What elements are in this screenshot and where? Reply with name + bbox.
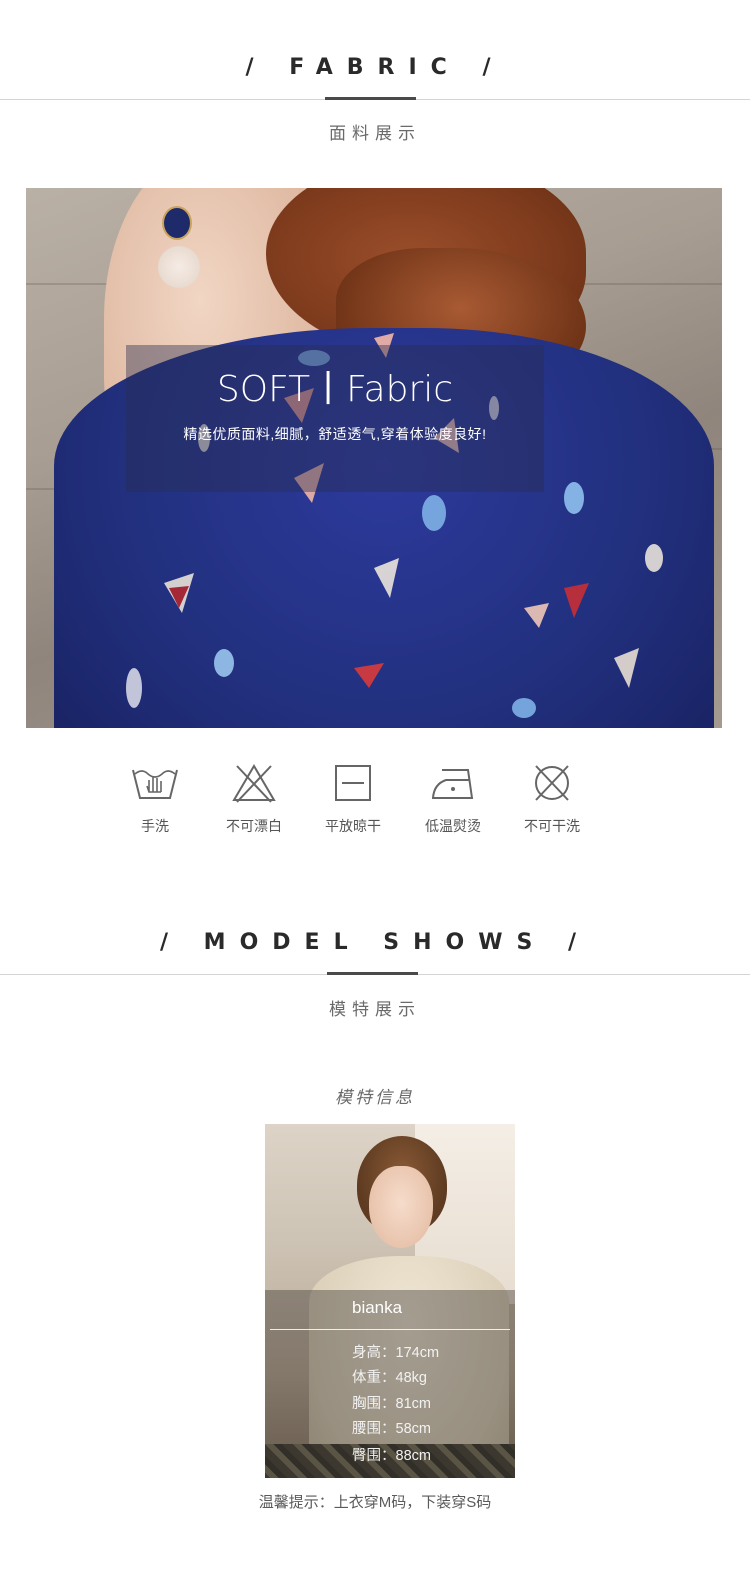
care-item-no-dry-clean: 不可干洗 [517,762,587,836]
model-section-subtitle: 模特展示 [329,1000,421,1020]
care-item-hand-wash: 手洗 [120,762,190,836]
fabric-section-subtitle: 面料展示 [329,124,421,144]
model-name: bianka [352,1298,403,1317]
care-label: 不可漂白 [226,818,282,834]
fabric-section-title: / FABRIC / [245,55,505,80]
size-tip: 温馨提示：上衣穿M码，下装穿S码 [258,1494,492,1511]
model-stat-bust: 胸围：81cm [352,1396,431,1412]
model-stat-weight: 体重：48kg [352,1370,427,1386]
care-item-no-bleach: 不可漂白 [219,762,289,836]
model-section-title: / MODEL SHOWS / [159,930,591,955]
care-item-dry-flat: 平放晾干 [318,762,388,836]
no-bleach-icon [232,764,276,803]
model-info-divider [270,1329,510,1330]
care-label: 低温熨烫 [425,818,481,834]
fabric-headline: SOFT丨Fabric [216,369,454,410]
fabric-description: 精选优质面料,细腻，舒适透气,穿着体验度良好! [183,426,487,442]
model-divider-accent [327,972,418,975]
no-dry-clean-icon [535,765,569,801]
low-iron-icon [431,769,474,799]
fabric-divider-accent [325,97,416,100]
model-stat-height: 身高：174cm [352,1345,440,1361]
model-stat-hip: 臀围：88cm [352,1448,431,1464]
model-info-title: 模特信息 [335,1088,415,1107]
model-stat-waist: 腰围：58cm [352,1421,431,1437]
care-label: 不可干洗 [524,818,580,834]
care-label: 平放晾干 [325,818,381,834]
hand-wash-icon [132,769,178,799]
dry-flat-icon [335,765,371,801]
care-item-low-iron: 低温熨烫 [418,762,488,836]
care-label: 手洗 [141,818,169,834]
